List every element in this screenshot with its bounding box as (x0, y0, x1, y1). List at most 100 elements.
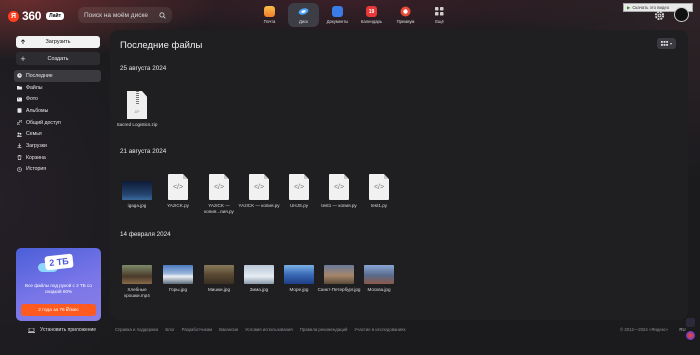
zip-file-icon: ZIP (127, 91, 147, 119)
code-file-icon: </> (168, 174, 188, 200)
search-icon[interactable] (159, 11, 166, 19)
photo-thumbnail (163, 265, 193, 284)
upload-label: Загрузить (45, 39, 71, 45)
logo[interactable]: Я 360 Лайт (8, 9, 65, 23)
app-documents[interactable]: Документы (322, 3, 353, 27)
footer-links: Справка и поддержка Блог Разработчикам В… (115, 327, 688, 332)
sidebar-item-label: История (26, 166, 47, 173)
file-thumbnail (204, 254, 234, 284)
download-icon (17, 143, 22, 149)
section-date: 25 августа 2024 (120, 65, 167, 72)
sidebar-item-label: Корзина (26, 154, 46, 161)
gear-icon[interactable] (654, 10, 665, 21)
sidebar-item-albums[interactable]: Альбомы (14, 105, 101, 117)
file-item[interactable]: ZIP Sacred Logistics.zip (115, 85, 159, 128)
footer-link-terms[interactable]: Условия использования (245, 327, 293, 332)
sidebar-item-downloads[interactable]: Загрузки (14, 140, 101, 152)
language-switch[interactable]: RU (679, 327, 685, 332)
sidebar-item-photo[interactable]: Фото (14, 93, 101, 105)
app-disk[interactable]: Диск (288, 3, 319, 27)
section-date: 21 августа 2024 (120, 148, 167, 155)
file-item[interactable]: </> YAzICK — копия...пия.py (197, 170, 241, 214)
search-input[interactable] (84, 11, 158, 19)
sidebar-item-label: Файлы (26, 84, 43, 91)
file-item[interactable]: </> test1.py (357, 170, 401, 209)
laptop-icon (28, 327, 35, 333)
sidebar-item-trash[interactable]: Корзина (14, 152, 101, 164)
file-name: YAzICK — копия...пия.py (204, 203, 234, 214)
file-name: test1.py (370, 203, 388, 208)
sidebar-item-label: Альбомы (26, 107, 49, 114)
sidebar-item-history[interactable]: История (14, 164, 101, 176)
copyright: © 2012—2024 «Яндекс» RU (620, 327, 686, 332)
sidebar-item-shared[interactable]: Общий доступ (14, 117, 101, 129)
clock-icon (17, 73, 22, 79)
app-mail[interactable]: Почта (254, 3, 285, 27)
file-thumbnail (324, 254, 354, 284)
upload-button[interactable]: Загрузить (16, 36, 100, 48)
footer-link-recommendations[interactable]: Правила рекомендаций (300, 327, 348, 332)
promo-banner[interactable]: 2 ТБ Все файлы под рукой с 2 ТБ со скидк… (16, 248, 101, 321)
file-item[interactable]: Зима.jpg (237, 254, 281, 293)
logo-360-text: 360 (22, 9, 42, 23)
app-premium[interactable]: Премиум (390, 3, 421, 27)
file-thumbnail (244, 254, 274, 284)
footer-link-developers[interactable]: Разработчикам (182, 327, 213, 332)
file-item[interactable]: Москва.jpg (357, 254, 401, 293)
grid-view-icon (660, 40, 668, 46)
search-box[interactable] (78, 7, 172, 23)
file-item[interactable]: </> UHJS.py (277, 170, 321, 209)
photo-thumbnail (244, 265, 274, 284)
file-item[interactable]: igaga.jpg (115, 170, 159, 209)
file-item[interactable]: </> YAzICK — копия.py (237, 170, 281, 209)
promo-buy-button[interactable]: 2 года за 76 ₽/мес (21, 304, 96, 316)
footer-link-help[interactable]: Справка и поддержка (115, 327, 158, 332)
plus-icon: + (20, 53, 26, 64)
main-content: Последние файлы ▾ 25 августа 2024 ZIP Sa… (110, 30, 700, 355)
sidebar-item-label: Общий доступ (26, 119, 61, 126)
photo-thumbnail (364, 265, 394, 284)
file-item[interactable]: Санкт-Петербург.jpg (317, 254, 361, 293)
sidebar-item-family[interactable]: Семья (14, 128, 101, 140)
photo-thumbnail (284, 265, 314, 284)
sidebar-item-recent[interactable]: Последние (14, 70, 101, 82)
file-name: igaga.jpg (127, 203, 147, 208)
link-icon (17, 120, 22, 126)
install-app-link[interactable]: Установить приложение (28, 327, 96, 333)
photo-thumbnail (204, 265, 234, 284)
sidebar-item-files[interactable]: Файлы (14, 82, 101, 94)
assistant-icon[interactable] (686, 331, 695, 340)
app-label: Календарь (360, 19, 383, 24)
file-item[interactable]: Мишки.jpg (197, 254, 241, 293)
promo-storage-badge: 2 ТБ (44, 253, 74, 271)
side-extension-icon[interactable] (686, 318, 695, 327)
app-label: Почта (263, 19, 276, 24)
file-thumbnail: </> (289, 170, 309, 200)
file-item[interactable]: </> test1 — копия.py (317, 170, 361, 209)
album-icon (17, 108, 22, 114)
footer-link-blog[interactable]: Блог (165, 327, 174, 332)
app-calendar[interactable]: 19 Календарь (356, 3, 387, 27)
file-name: Москва.jpg (367, 287, 391, 292)
file-item[interactable]: Горы.jpg (156, 254, 200, 293)
file-item[interactable]: Хлебные крошки.mp4 (115, 254, 159, 298)
app-more[interactable]: Ещё (424, 3, 455, 27)
yandex-logo-icon: Я (8, 10, 19, 22)
file-name: test1 — копия.py (321, 203, 357, 208)
file-item[interactable]: Море.jpg (277, 254, 321, 293)
premium-icon (400, 6, 411, 17)
page-title: Последние файлы (120, 40, 203, 51)
file-thumbnail: </> (249, 170, 269, 200)
create-button[interactable]: + Создать (16, 52, 100, 65)
view-mode-button[interactable]: ▾ (657, 38, 676, 49)
file-item[interactable]: </> YAzICK.py (156, 170, 200, 209)
photo-icon (17, 97, 22, 102)
footer-link-jobs[interactable]: Вакансии (219, 327, 238, 332)
file-name: Горы.jpg (169, 287, 187, 292)
avatar[interactable] (674, 7, 689, 22)
file-thumbnail: </> (369, 170, 389, 200)
chevron-down-icon: ▾ (669, 41, 672, 46)
app-switcher: Почта Диск Документы 19 Календарь Премиу… (254, 3, 458, 28)
app-label: Документы (326, 19, 349, 24)
footer-link-research[interactable]: Участие в исследованиях (354, 327, 405, 332)
